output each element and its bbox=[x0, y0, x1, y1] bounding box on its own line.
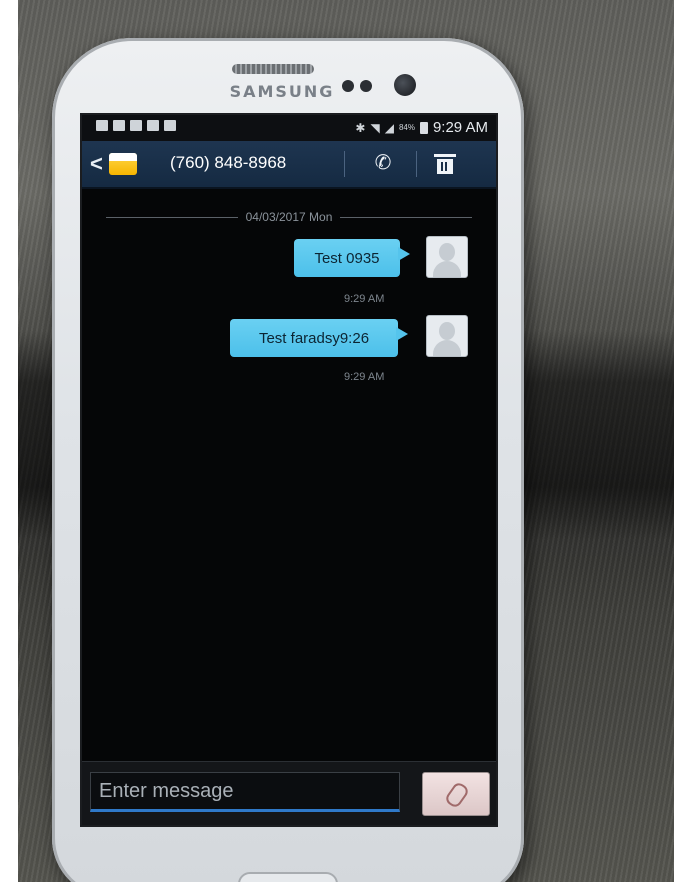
contact-avatar-icon[interactable] bbox=[426, 315, 468, 357]
message-text: Test faradsy9:26 bbox=[258, 329, 370, 347]
call-button[interactable]: ✆ bbox=[365, 150, 401, 178]
messages-app-icon bbox=[108, 153, 137, 175]
clock: 9:29 AM bbox=[432, 119, 488, 136]
message-time: 9:29 AM bbox=[344, 371, 385, 383]
message-input[interactable] bbox=[90, 772, 400, 812]
photo-scene: SAMSUNG ✱ ◥ ◢ 84% 9:29 AM < (760) 848-89… bbox=[0, 0, 674, 882]
delete-button[interactable] bbox=[427, 150, 463, 178]
bluetooth-icon: ✱ bbox=[355, 120, 366, 135]
message-bubble[interactable]: Test faradsy9:26 bbox=[230, 319, 408, 357]
wifi-icon: ◥ bbox=[370, 120, 380, 135]
chevron-left-icon: < bbox=[90, 151, 103, 176]
conversation-header: < (760) 848-8968 ✆ bbox=[82, 141, 496, 189]
header-divider bbox=[416, 151, 417, 177]
date-separator: 04/03/2017 Mon bbox=[106, 209, 472, 225]
message-text: Test 0935 bbox=[314, 249, 380, 267]
message-time: 9:29 AM bbox=[344, 293, 385, 305]
contact-name: (760) 848-8968 bbox=[170, 153, 287, 172]
battery-icon bbox=[419, 121, 428, 134]
paperclip-icon bbox=[443, 780, 471, 810]
message-composer bbox=[82, 761, 496, 825]
signal-icon: ◢ bbox=[384, 120, 394, 135]
home-button[interactable] bbox=[238, 872, 338, 882]
proximity-sensor bbox=[342, 80, 354, 92]
date-label: 04/03/2017 Mon bbox=[245, 210, 333, 224]
message-bubble[interactable]: Test 0935 bbox=[294, 239, 410, 277]
attach-button[interactable] bbox=[422, 772, 490, 816]
phone-screen: ✱ ◥ ◢ 84% 9:29 AM < (760) 848-8968 ✆ 04/… bbox=[80, 113, 498, 827]
system-indicators: ✱ ◥ ◢ 84% 9:29 AM bbox=[355, 119, 488, 136]
back-button[interactable]: < bbox=[90, 149, 160, 179]
brand-logo: SAMSUNG bbox=[229, 82, 335, 101]
status-bar: ✱ ◥ ◢ 84% 9:29 AM bbox=[82, 115, 496, 141]
header-divider bbox=[344, 151, 345, 177]
front-camera bbox=[394, 74, 416, 96]
trash-icon bbox=[434, 154, 456, 174]
earpiece-speaker bbox=[232, 64, 314, 74]
notification-icon bbox=[164, 120, 176, 131]
phone-icon: ✆ bbox=[374, 152, 392, 174]
light-sensor bbox=[360, 80, 372, 92]
notification-icon bbox=[96, 120, 108, 131]
battery-percent: 84% bbox=[398, 123, 415, 132]
notification-icon bbox=[130, 120, 142, 131]
notification-icon bbox=[113, 120, 125, 131]
notification-icons bbox=[96, 120, 176, 131]
contact-avatar-icon[interactable] bbox=[426, 236, 468, 278]
notification-icon bbox=[147, 120, 159, 131]
